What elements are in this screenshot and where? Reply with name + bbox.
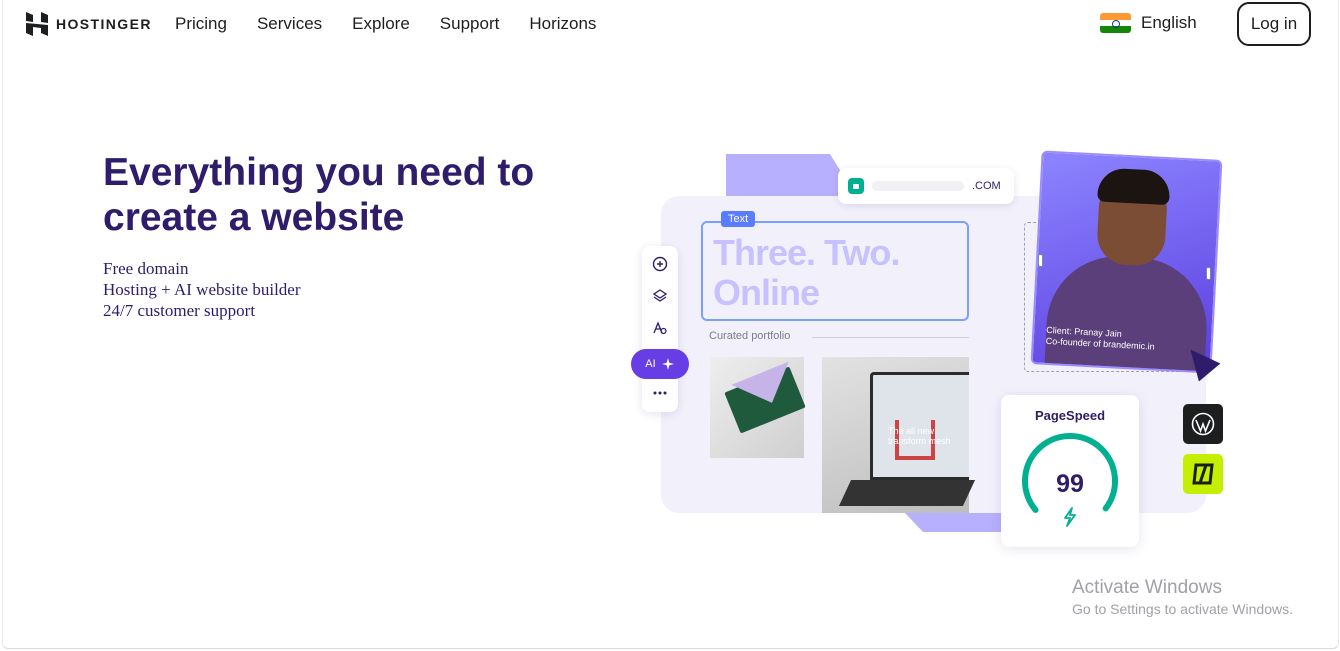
wordpress-icon xyxy=(1183,404,1223,444)
hero-illustration: .COM Three. Two. Online Text Curated por… xyxy=(0,0,1340,651)
ai-label: AI xyxy=(645,358,656,370)
text-tag: Text xyxy=(721,211,756,227)
sparkle-icon xyxy=(661,358,674,370)
add-icon xyxy=(651,255,669,273)
resize-handle xyxy=(1038,254,1043,267)
windows-activation-watermark: Activate Windows Go to Settings to activ… xyxy=(1072,577,1293,619)
decor-shape xyxy=(726,154,856,196)
watermark-subtitle: Go to Settings to activate Windows. xyxy=(1072,601,1293,617)
curated-portfolio-label: Curated portfolio xyxy=(709,330,791,342)
url-placeholder xyxy=(872,181,964,191)
pagespeed-score: 99 xyxy=(1056,470,1084,498)
headline-textbox: Three. Two. Online xyxy=(701,221,969,321)
divider xyxy=(812,337,969,338)
laptop-screen-text: The all new transform mesh xyxy=(888,426,951,446)
lock-icon xyxy=(848,178,864,194)
watermark-title: Activate Windows xyxy=(1072,577,1222,598)
ai-button: AI xyxy=(631,349,689,379)
pagespeed-label: PageSpeed xyxy=(1034,408,1106,423)
laptop-keyboard xyxy=(838,480,976,506)
person-hair xyxy=(1097,167,1171,206)
pagespeed-card: PageSpeed 99 xyxy=(1001,395,1139,547)
bolt-icon xyxy=(1064,507,1076,527)
decor-shape xyxy=(905,513,1005,532)
layers-icon xyxy=(651,287,669,305)
builder-toolbar xyxy=(642,246,678,412)
more-icon xyxy=(651,384,669,402)
url-suffix: .COM xyxy=(972,180,1001,192)
client-profile-card: Client: Pranay Jain Co-founder of brande… xyxy=(1030,150,1223,374)
typography-icon xyxy=(651,319,669,337)
horizons-icon xyxy=(1183,454,1223,494)
resize-handle xyxy=(1206,267,1211,280)
url-bar: .COM xyxy=(838,168,1014,204)
